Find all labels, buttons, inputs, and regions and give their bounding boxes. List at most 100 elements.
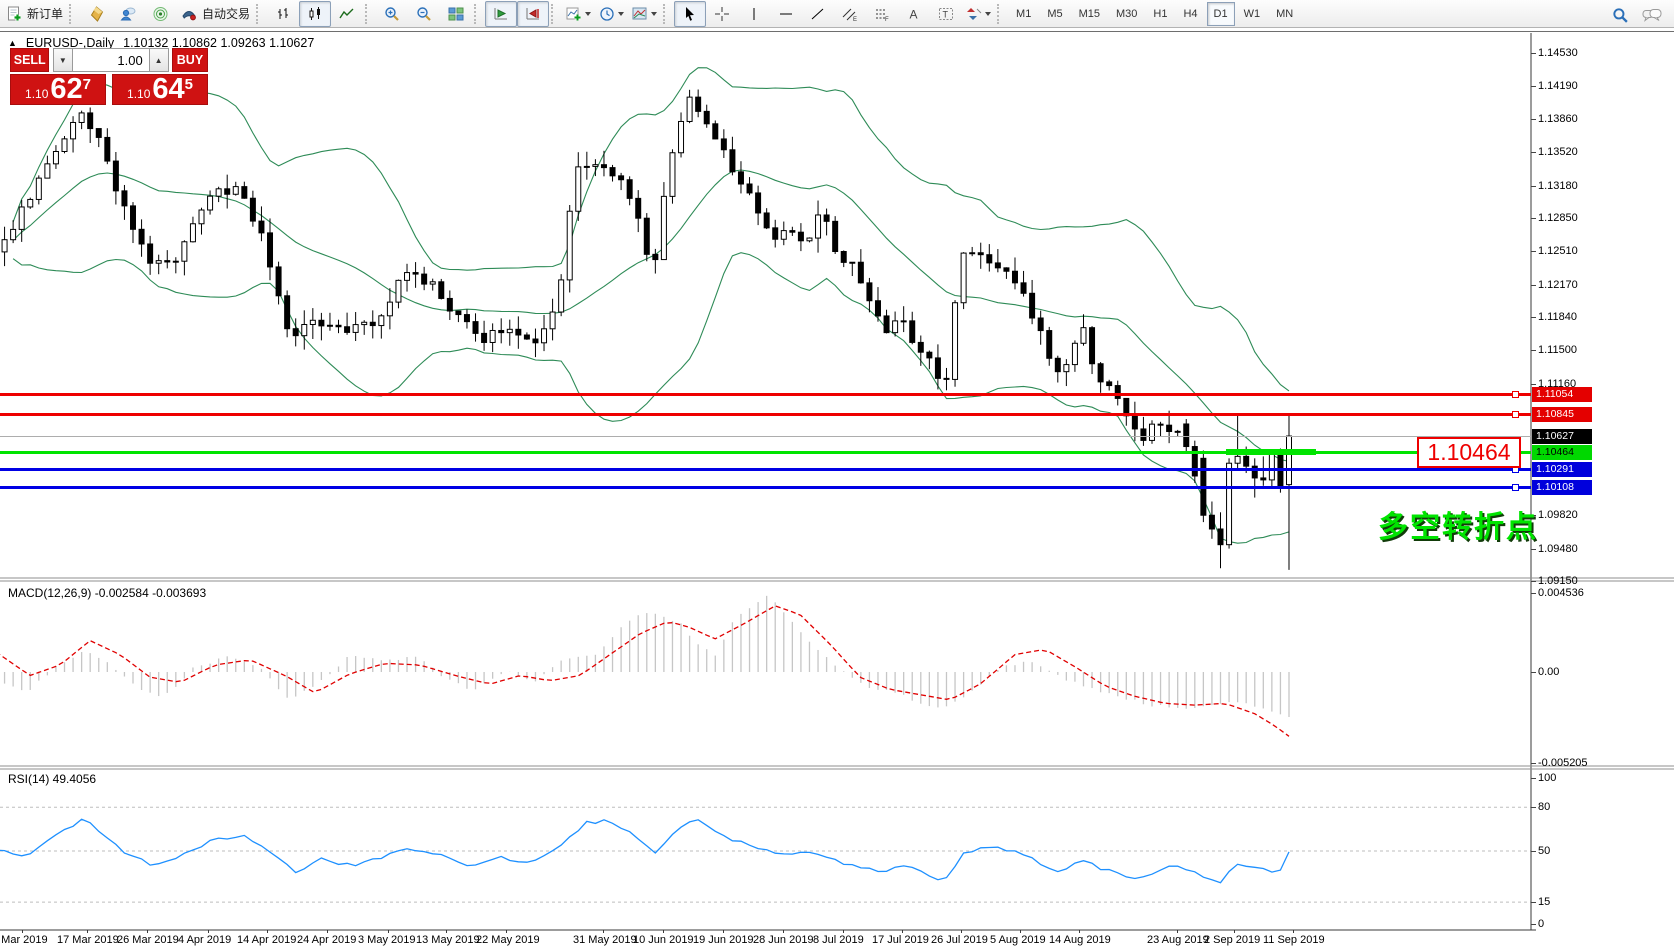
chart-candles-button[interactable] [299,1,331,27]
buy-price-sup: 5 [185,76,193,93]
tab-timeframe-H1[interactable]: H1 [1146,2,1174,26]
vertical-line-button[interactable] [738,1,770,27]
candle-bull [559,280,564,312]
sell-price-box[interactable]: 1.10 62 7 [10,74,106,105]
signals-button[interactable] [144,1,176,27]
sell-price-big: 62 [50,76,82,103]
new-order-button[interactable]: 新订单 [2,1,67,27]
candle-bear [978,253,983,255]
history-center-button[interactable] [80,1,112,27]
candle-bear [738,172,743,184]
candle-bear [764,213,769,228]
text-icon: A [907,6,921,22]
candle-bear [918,342,923,352]
level-price-text: 1.10464 [1427,439,1510,466]
candle-bull [816,215,821,238]
community-button[interactable] [112,1,144,27]
candle-bear [1132,416,1137,429]
svg-text:T: T [943,9,949,19]
zoom-in-button[interactable] [376,1,408,27]
tab-timeframe-H4[interactable]: H4 [1176,2,1204,26]
template-icon [632,6,648,22]
candle-bull [208,196,213,210]
chart-window[interactable]: ▲ EURUSD-,Daily 1.10132 1.10862 1.09263 … [0,30,1674,952]
candle-bull [901,321,906,322]
tab-timeframe-W1[interactable]: W1 [1237,2,1268,26]
templates-button[interactable] [628,1,661,27]
auto-scroll-icon [493,6,509,22]
zoom-out-button[interactable] [408,1,440,27]
candle-bull [584,166,589,167]
auto-scroll-button[interactable] [485,1,517,27]
candle-bull [490,330,495,342]
fibonacci-button[interactable]: F [866,1,898,27]
collapse-arrow-icon[interactable]: ▲ [8,38,17,48]
candle-bull [661,196,666,259]
candle-bear [1055,358,1060,371]
candle-bear [653,254,658,259]
zoom-in-icon [384,6,400,22]
candle-bear [1278,454,1283,485]
chat-button[interactable] [1636,2,1668,28]
candle-bear [1158,424,1163,425]
tab-timeframe-M5[interactable]: M5 [1040,2,1069,26]
candle-bear [841,252,846,263]
candle-bull [45,164,50,178]
candle-bear [370,322,375,325]
channel-button[interactable]: E [834,1,866,27]
crosshair-button[interactable] [706,1,738,27]
text-button[interactable]: A [898,1,930,27]
candle-bear [867,283,872,301]
buy-price-box[interactable]: 1.10 64 5 [112,74,208,105]
search-button[interactable] [1604,2,1636,28]
candle-bull [310,320,315,324]
horizontal-line-button[interactable] [770,1,802,27]
chart-shift-button[interactable] [517,1,549,27]
trendline-button[interactable] [802,1,834,27]
candle-bull [396,280,401,302]
level-price-textbox[interactable]: 1.10464 [1417,437,1521,468]
candle-bear [1107,382,1112,386]
candle-bull [53,152,58,164]
turning-point-annotation[interactable]: 多空转折点 [1378,502,1538,546]
arrows-button[interactable] [962,1,995,27]
candle-bull [216,189,221,196]
volume-decrease-button[interactable]: ▼ [53,48,73,72]
candle-bull [173,261,178,262]
text-label-button[interactable]: T [930,1,962,27]
candle-bear [422,274,427,284]
candle-bear [704,111,709,123]
indicators-button[interactable] [562,1,595,27]
tab-timeframe-D1[interactable]: D1 [1207,2,1235,26]
line-chart-icon [339,6,355,22]
chart-canvas[interactable] [0,30,1674,952]
volume-input[interactable] [73,48,149,72]
candle-bull [970,253,975,254]
autotrading-button[interactable]: 自动交易 [176,1,254,27]
candle-bear [756,193,761,213]
tab-timeframe-MN[interactable]: MN [1269,2,1300,26]
periods-button[interactable] [595,1,628,27]
toolbar-grip [69,4,76,24]
cursor-button[interactable] [674,1,706,27]
tile-windows-button[interactable] [440,1,472,27]
candle-bear [935,358,940,378]
volume-increase-button[interactable]: ▲ [149,48,169,72]
chart-shift-icon [525,6,541,22]
rsi-indicator-label: RSI(14) 49.4056 [8,772,96,786]
tab-timeframe-M1[interactable]: M1 [1009,2,1038,26]
horizontal-line-icon [778,6,794,22]
candle-bull [71,122,76,138]
candle-bear [875,301,880,316]
candle-bull [405,273,410,281]
candle-bear [464,315,469,322]
toolbar-grip [256,4,263,24]
candle-bear [773,228,778,239]
tab-timeframe-M15[interactable]: M15 [1072,2,1107,26]
buy-button[interactable]: BUY [172,48,208,72]
chart-bars-button[interactable] [267,1,299,27]
chart-line-button[interactable] [331,1,363,27]
candle-bull [302,325,307,336]
sell-button[interactable]: SELL [10,48,49,72]
tab-timeframe-M30[interactable]: M30 [1109,2,1144,26]
